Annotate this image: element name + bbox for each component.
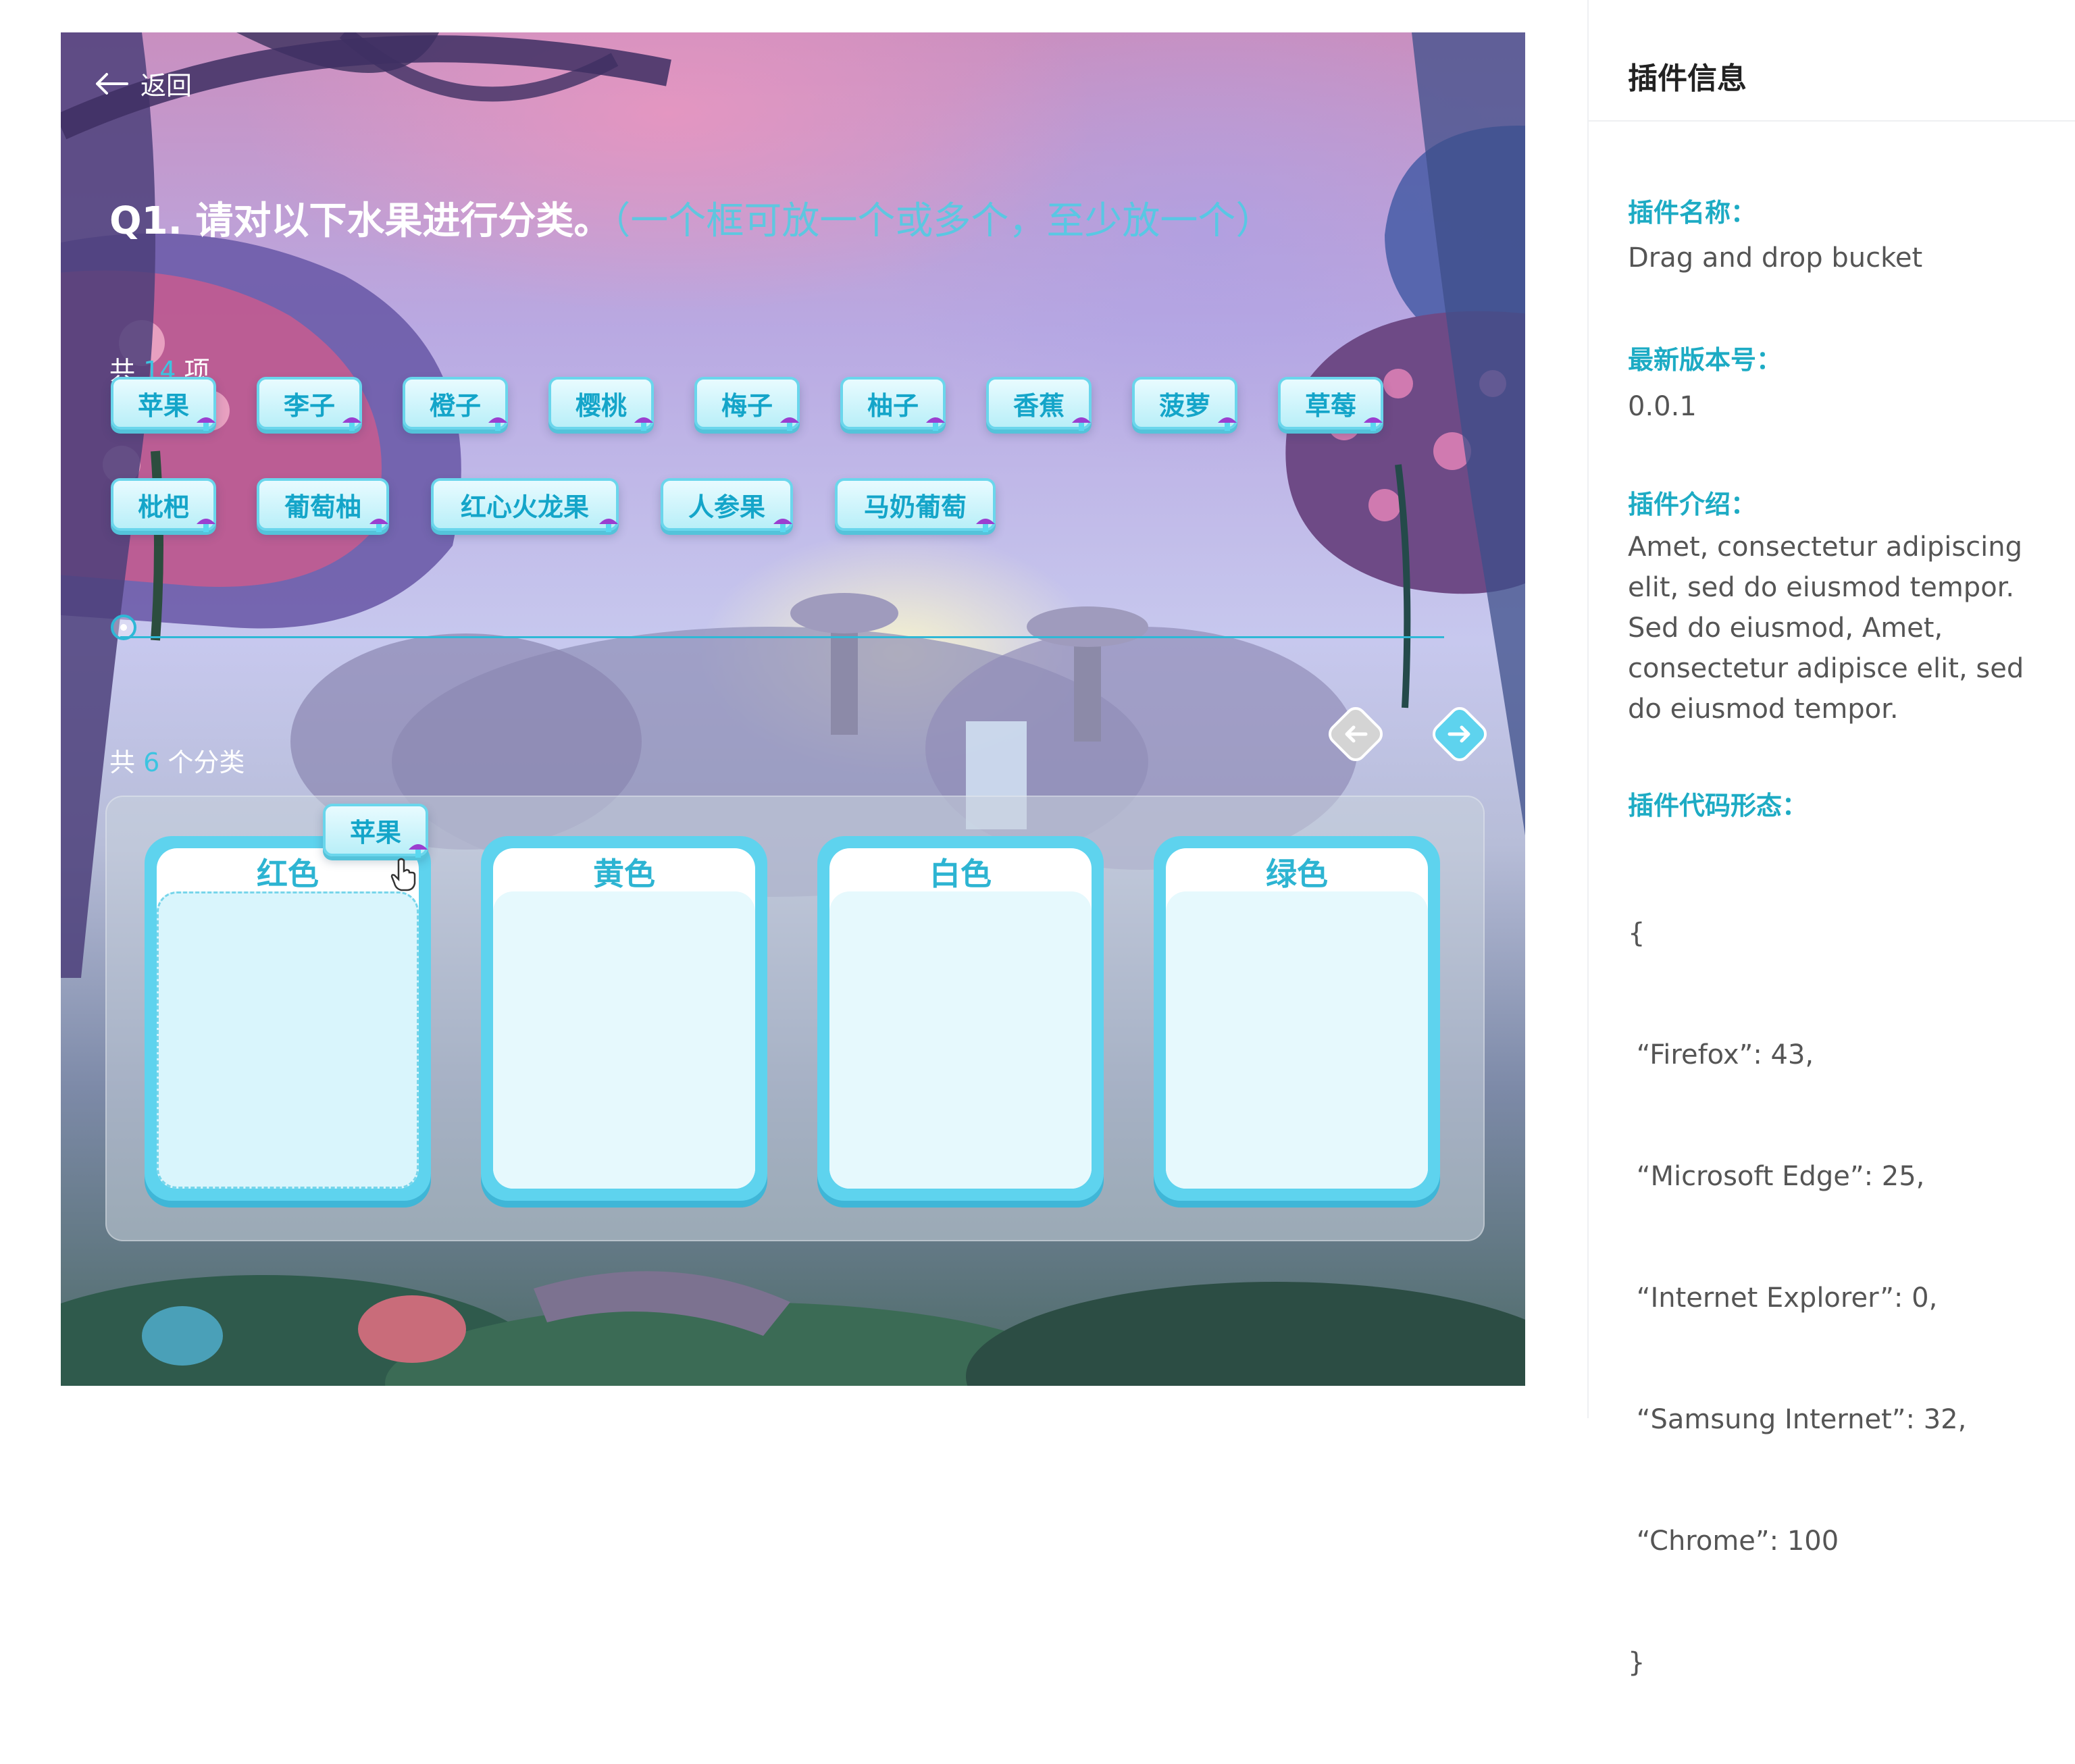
- mushroom-icon: [1218, 417, 1237, 431]
- plugin-intro-label: 插件介绍：: [1628, 490, 1757, 519]
- fruit-chip[interactable]: 柚子: [840, 377, 946, 431]
- fruit-chip[interactable]: 梅子: [694, 377, 800, 431]
- fruit-chip[interactable]: 樱桃: [548, 377, 654, 431]
- mushroom-icon: [1364, 417, 1383, 431]
- fruit-chip[interactable]: 香蕉: [986, 377, 1092, 431]
- fruit-chip[interactable]: 草莓: [1278, 377, 1383, 431]
- bucket-drop-zone[interactable]: [829, 891, 1092, 1189]
- mushroom-icon: [780, 417, 799, 431]
- question-text: Q1. 请对以下水果进行分类。（一个框可放一个或多个，至少放一个）: [109, 190, 1273, 245]
- section-divider: [120, 636, 1444, 638]
- back-button[interactable]: 返回: [93, 65, 192, 102]
- fruit-chip[interactable]: 马奶葡萄: [835, 478, 996, 532]
- fruit-chip[interactable]: 李子: [257, 377, 362, 431]
- arrow-left-icon: [96, 72, 128, 95]
- mushroom-icon: [488, 417, 507, 431]
- bucket-red[interactable]: 红色: [145, 836, 431, 1201]
- next-arrow-button[interactable]: [1425, 700, 1494, 769]
- mushroom-icon: [1072, 417, 1091, 431]
- dragging-fruit-chip[interactable]: 苹果: [323, 804, 428, 858]
- bucket-white[interactable]: 白色: [817, 836, 1104, 1201]
- bucket-drop-zone[interactable]: [157, 891, 419, 1189]
- bucket-title: 黄色: [593, 856, 655, 892]
- plugin-code-label: 插件代码形态：: [1628, 791, 1808, 821]
- game-stage: 返回 Q1. 请对以下水果进行分类。（一个框可放一个或多个，至少放一个） 共 1…: [61, 32, 1525, 1386]
- categories-count-number: 6: [143, 748, 160, 777]
- mushroom-icon: [409, 844, 428, 858]
- bucket-drop-zone[interactable]: [493, 891, 755, 1189]
- fruit-chip[interactable]: 菠萝: [1132, 377, 1237, 431]
- plugin-name-label: 插件名称：: [1628, 198, 1757, 228]
- bucket-green[interactable]: 绿色: [1154, 836, 1440, 1201]
- mushroom-icon: [634, 417, 653, 431]
- categories-count: 共 6 个分类: [109, 748, 245, 777]
- hand-cursor-icon: [390, 858, 416, 891]
- plugin-version-label: 最新版本号：: [1628, 345, 1783, 375]
- plugin-intro-value: Amet, consectetur adipiscing elit, sed d…: [1628, 531, 2024, 725]
- plugin-version-value: 0.0.1: [1628, 391, 1697, 422]
- mushroom-icon: [599, 519, 618, 532]
- mushroom-icon: [197, 519, 215, 532]
- back-label: 返回: [140, 71, 193, 101]
- prev-arrow-button[interactable]: [1321, 700, 1390, 769]
- mushroom-icon: [369, 519, 388, 532]
- mushroom-icon: [926, 417, 945, 431]
- mushroom-icon: [976, 519, 995, 532]
- fruit-chip[interactable]: 橙子: [403, 377, 508, 431]
- fruit-chip[interactable]: 人参果: [661, 478, 793, 532]
- bucket-drop-zone[interactable]: [1166, 891, 1428, 1189]
- bucket-title: 绿色: [1266, 856, 1328, 892]
- fruit-chip[interactable]: 苹果: [111, 377, 216, 431]
- mushroom-icon: [342, 417, 361, 431]
- fruit-chip[interactable]: 葡萄柚: [257, 478, 389, 532]
- bucket-yellow[interactable]: 黄色: [481, 836, 767, 1201]
- plugin-info-sidebar: 插件信息 插件名称： Drag and drop bucket 最新版本号： 0…: [1587, 0, 2075, 1678]
- mushroom-icon: [773, 519, 792, 532]
- fruit-chip[interactable]: 枇杷: [111, 478, 216, 532]
- question-hint: （一个框可放一个或多个，至少放一个）: [611, 199, 1274, 243]
- plugin-code-block: { “Firefox”: 43, “Microsoft Edge”: 25, “…: [1628, 918, 1967, 1678]
- question-main: Q1. 请对以下水果进行分类。: [109, 199, 612, 243]
- bucket-title: 白色: [929, 856, 992, 892]
- sidebar-divider: [1589, 120, 2075, 122]
- fruit-chip[interactable]: 红心火龙果: [431, 478, 619, 532]
- mushroom-icon: [197, 417, 215, 431]
- sidebar-title: 插件信息: [1628, 61, 1747, 96]
- plugin-name-value: Drag and drop bucket: [1628, 242, 1923, 274]
